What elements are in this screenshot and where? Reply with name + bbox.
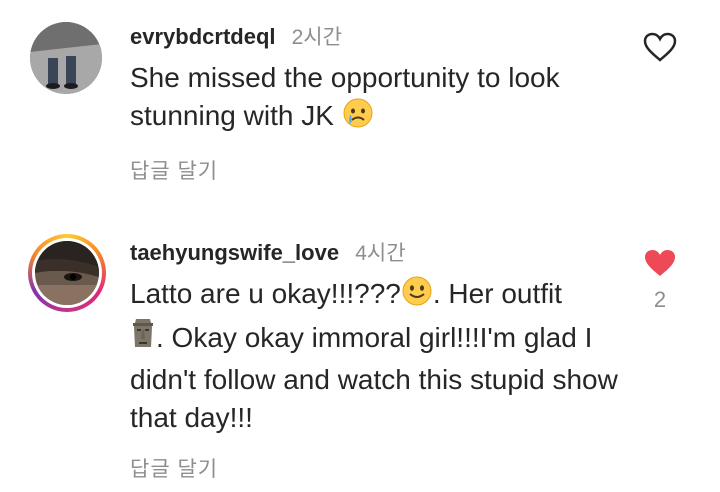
comment-text-part: . Okay okay immoral girl!!!I'm glad I di… <box>130 322 626 433</box>
moai-emoji <box>130 317 156 361</box>
slightly-smiling-face-emoji <box>401 275 433 317</box>
avatar[interactable] <box>28 234 106 312</box>
crying-face-emoji <box>342 97 374 139</box>
comment: evrybdcrtdeql 2시간 She missed the opportu… <box>0 0 720 200</box>
comment-text-part: . Her outfit <box>432 278 570 309</box>
heart-icon <box>643 32 677 62</box>
comment-timestamp: 4시간 <box>355 242 406 265</box>
comment-text: Latto are u okay!!!??? . Her outfit . Ok… <box>130 275 620 437</box>
reply-button[interactable]: 답글 달기 <box>130 453 620 483</box>
like-button[interactable]: 2 <box>642 248 678 313</box>
reply-button[interactable]: 답글 달기 <box>130 155 620 185</box>
comment-username[interactable]: taehyungswife_love <box>130 240 339 265</box>
heart-icon <box>645 250 675 276</box>
comment-username[interactable]: evrybdcrtdeql <box>130 24 276 49</box>
comment-body: taehyungswife_love 4시간 Latto are u okay!… <box>130 238 620 483</box>
comment: taehyungswife_love 4시간 Latto are u okay!… <box>0 218 720 492</box>
comment-timestamp: 2시간 <box>291 26 342 49</box>
avatar-image <box>32 238 102 308</box>
comment-text-part: Latto are u okay!!!??? <box>130 278 401 309</box>
like-count: 2 <box>653 287 667 312</box>
avatar[interactable] <box>30 22 102 94</box>
like-button[interactable] <box>642 32 678 67</box>
comment-text: She missed the opportunity to look stunn… <box>130 59 620 139</box>
comment-body: evrybdcrtdeql 2시간 She missed the opportu… <box>130 22 620 185</box>
